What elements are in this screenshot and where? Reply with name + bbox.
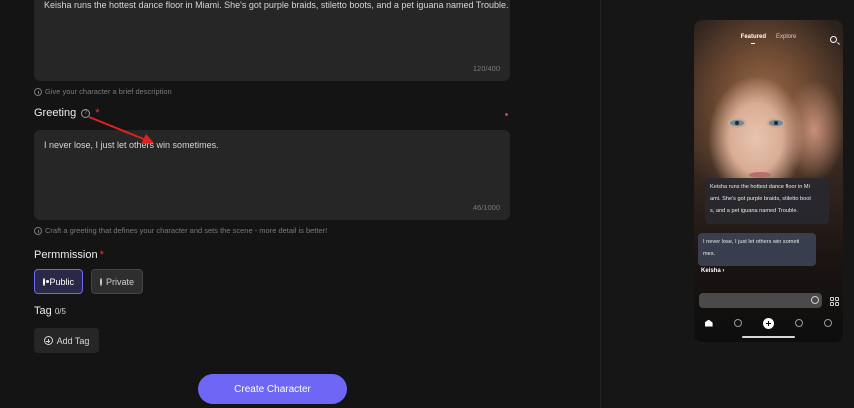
description-helper-text: Give your character a brief description (45, 87, 172, 96)
profile-icon[interactable] (824, 319, 833, 327)
plus-circle-icon (43, 336, 53, 345)
add-tag-button[interactable]: Add Tag (34, 328, 99, 353)
preview-panel: Featured Explore Keisha runs the hottest… (601, 0, 854, 408)
preview-character-name[interactable]: Keisha › (701, 268, 724, 274)
eye-left (730, 120, 744, 126)
plus-icon[interactable] (762, 317, 774, 329)
bubble-line: s, and a pet iguana named Trouble. (710, 208, 799, 214)
description-counter: 120/400 (472, 64, 500, 73)
home-icon[interactable] (704, 319, 713, 327)
emoji-icon[interactable] (811, 296, 819, 304)
chevron-right-icon: › (722, 268, 725, 274)
description-text: Keisha runs the hottest dance floor in M… (44, 0, 509, 10)
permission-label: Permmission * (34, 249, 104, 261)
character-name-text: Keisha (701, 268, 721, 274)
permission-private-label: Private (106, 276, 135, 287)
character-form: Keisha runs the hottest dance floor in M… (0, 0, 600, 408)
add-tag-label: Add Tag (56, 335, 90, 346)
search-icon[interactable] (830, 36, 837, 43)
bubble-line: Keisha runs the hottest dance floor in M… (710, 184, 810, 190)
bubble-line: I never lose, I just let others win some… (703, 239, 800, 245)
radio-icon (100, 277, 102, 286)
chat-icon[interactable] (733, 319, 742, 327)
required-dot (505, 113, 508, 116)
permission-public-option[interactable]: Public (34, 269, 83, 294)
permission-private-option[interactable]: Private (91, 269, 143, 294)
tag-label: Tag 0/5 (34, 305, 66, 317)
greeting-helper: Craft a greeting that defines your chara… (34, 226, 327, 235)
description-textarea[interactable]: Keisha runs the hottest dance floor in M… (34, 0, 510, 81)
greeting-counter: 46/1000 (472, 203, 500, 212)
phone-preview: Featured Explore Keisha runs the hottest… (694, 20, 843, 342)
preview-chat-input[interactable] (699, 293, 822, 308)
tag-count: 0/5 (54, 307, 66, 316)
greeting-label: Greeting ? * (34, 107, 99, 119)
hint-icon[interactable]: ? (81, 108, 91, 118)
tag-label-text: Tag (34, 305, 52, 317)
permission-label-text: Permmission (34, 249, 98, 261)
bubble-line: mes. (703, 251, 716, 257)
greeting-required-mark: * (95, 107, 100, 119)
greeting-label-text: Greeting (34, 107, 77, 119)
description-helper: Give your character a brief description (34, 87, 172, 96)
tab-featured[interactable]: Featured (741, 34, 766, 44)
permission-required-mark: * (99, 249, 104, 261)
home-indicator (742, 336, 795, 338)
create-character-button[interactable]: Create Character (198, 374, 347, 404)
info-icon (34, 87, 42, 96)
grid-icon[interactable] (830, 297, 839, 306)
greeting-textarea[interactable]: I never lose, I just let others win some… (34, 130, 510, 220)
preview-description-bubble: Keisha runs the hottest dance floor in M… (705, 178, 829, 224)
bubble-line: ami. She's got purple braids, stiletto b… (710, 196, 811, 202)
tab-explore[interactable]: Explore (776, 34, 796, 40)
preview-greeting-bubble: I never lose, I just let others win some… (698, 233, 816, 266)
eye-right (769, 120, 783, 126)
preview-tabs: Featured Explore (694, 34, 843, 44)
greeting-text: I never lose, I just let others win some… (44, 140, 219, 150)
greeting-helper-text: Craft a greeting that defines your chara… (45, 226, 328, 235)
radio-icon (43, 277, 50, 286)
compass-icon[interactable] (795, 319, 804, 327)
info-icon (34, 226, 42, 235)
permission-public-label: Public (49, 276, 74, 287)
preview-bottom-nav (694, 316, 843, 330)
